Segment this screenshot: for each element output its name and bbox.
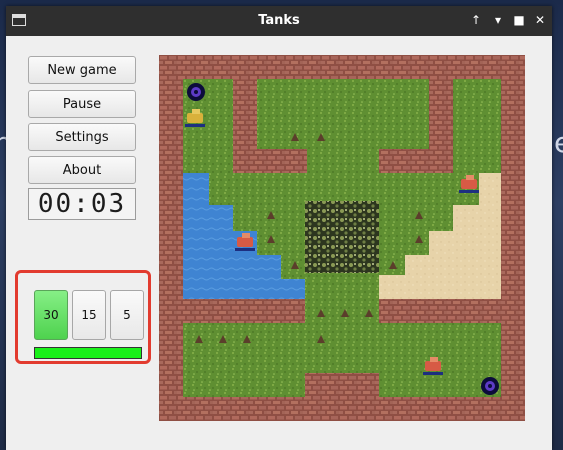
up-icon[interactable]: ↑ — [468, 12, 484, 28]
portal-icon — [481, 377, 499, 395]
brick-wall — [379, 299, 501, 323]
pause-button[interactable]: Pause — [28, 90, 136, 118]
portal-icon — [187, 83, 205, 101]
maximize-icon[interactable]: ■ — [511, 12, 527, 28]
stat-counter-1[interactable]: 30 — [34, 290, 68, 340]
stat-counter-3[interactable]: 5 — [110, 290, 144, 340]
brick-wall — [183, 299, 305, 323]
brick-wall — [233, 79, 257, 149]
game-map[interactable] — [159, 55, 525, 421]
forest-area — [305, 201, 379, 273]
new-game-button[interactable]: New game — [28, 56, 136, 84]
player-stats-panel: 30 15 5 — [15, 270, 151, 364]
health-bar — [34, 347, 142, 359]
desktop-background-text-right: e — [554, 126, 563, 159]
close-icon[interactable]: ✕ — [532, 12, 548, 28]
stat-counter-2[interactable]: 15 — [72, 290, 106, 340]
minimize-icon[interactable]: ▾ — [490, 12, 506, 28]
about-button[interactable]: About — [28, 156, 136, 184]
brick-wall — [379, 149, 453, 173]
title-bar: Tanks ↑ ▾ ■ ✕ — [6, 6, 552, 36]
game-window: Tanks ↑ ▾ ■ ✕ New game Pause Settings Ab… — [6, 6, 552, 450]
settings-button[interactable]: Settings — [28, 123, 136, 151]
brick-wall — [429, 79, 453, 149]
game-timer: 00:03 — [28, 188, 136, 220]
brick-wall — [233, 149, 307, 173]
brick-wall — [305, 373, 379, 397]
health-bar-fill — [35, 348, 141, 358]
